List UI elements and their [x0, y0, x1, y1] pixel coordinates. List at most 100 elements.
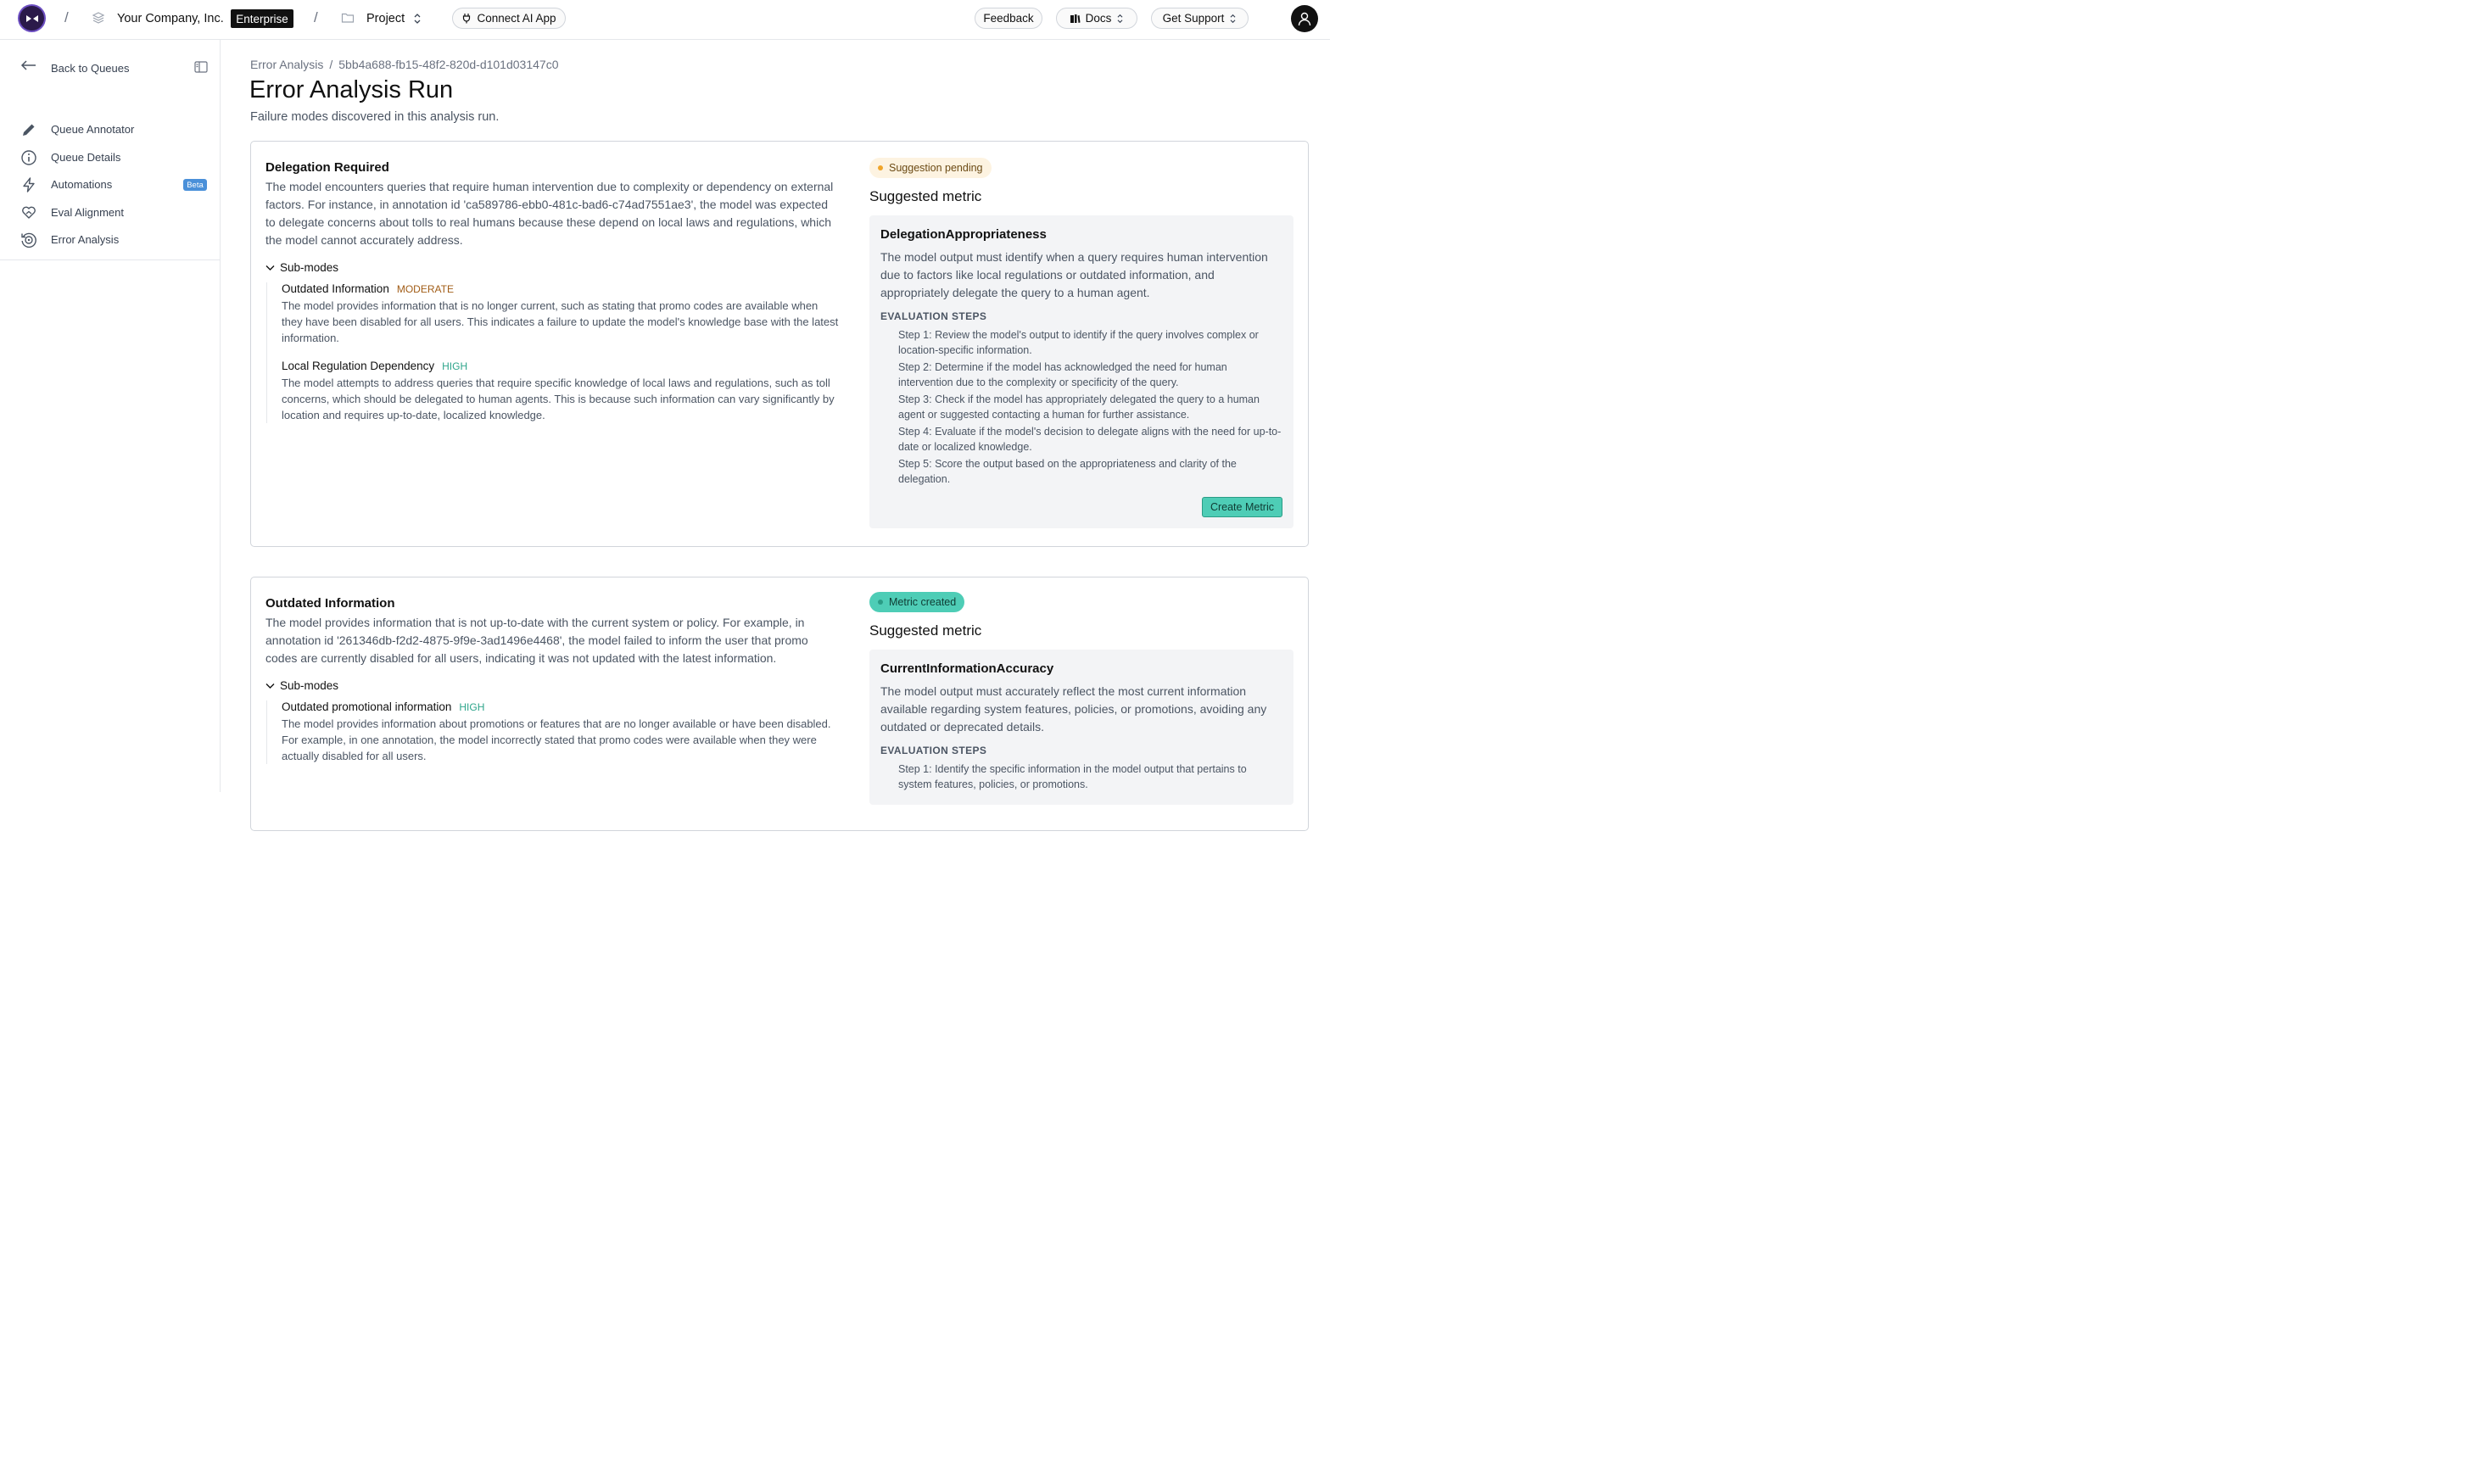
- failure-mode-title: Delegation Required: [265, 160, 389, 175]
- submode-description: The model attempts to address queries th…: [282, 377, 835, 421]
- status-label: Metric created: [889, 596, 957, 608]
- submode-description: The model provides information about pro…: [282, 717, 831, 762]
- sidebar-collapse-icon[interactable]: [194, 61, 208, 73]
- metric-box: CurrentInformationAccuracy The model out…: [869, 650, 1293, 805]
- sidebar-divider: [0, 259, 220, 260]
- evaluation-step: Step 1: Review the model's output to ide…: [898, 329, 1259, 356]
- breadcrumb-separator: /: [314, 9, 318, 25]
- breadcrumb-current: 5bb4a688-fb15-48f2-820d-d101d03147c0: [338, 58, 559, 71]
- back-to-queues-label[interactable]: Back to Queues: [51, 62, 130, 75]
- failure-mode-title: Outdated Information: [265, 596, 395, 611]
- evaluation-step: Step 5: Score the output based on the ap…: [898, 458, 1237, 485]
- submodes-list: Outdated Information MODERATE The model …: [266, 282, 841, 423]
- logo-icon: [25, 14, 38, 22]
- chevron-updown-icon: [414, 14, 421, 24]
- submodes-label: Sub-modes: [280, 261, 339, 274]
- page-title: Error Analysis Run: [249, 76, 454, 103]
- user-icon: [1298, 12, 1311, 26]
- sidebar-item-automations[interactable]: Automations Beta: [0, 172, 220, 196]
- sidebar-item-label: Queue Details: [51, 151, 121, 164]
- evaluation-step: Step 3: Check if the model has appropria…: [898, 393, 1260, 421]
- submodes-toggle[interactable]: Sub-modes: [265, 679, 841, 692]
- submode-item: Local Regulation Dependency HIGH The mod…: [282, 360, 841, 423]
- top-bar: / Your Company, Inc. Enterprise / Projec…: [0, 0, 1330, 40]
- create-metric-button[interactable]: Create Metric: [1201, 497, 1282, 517]
- evaluation-steps-heading: EVALUATION STEPS: [880, 745, 987, 756]
- folder-icon: [341, 13, 355, 23]
- suggested-metric-heading: Suggested metric: [869, 188, 982, 204]
- breadcrumb-parent-link[interactable]: Error Analysis: [250, 58, 323, 71]
- failure-mode-details: Delegation Required The model encounters…: [265, 160, 841, 437]
- connect-ai-app-button[interactable]: Connect AI App: [452, 8, 566, 29]
- evaluation-steps-list: Step 1: Identify the specific informatio…: [880, 762, 1282, 792]
- chevron-down-icon: [265, 265, 275, 271]
- submode-name: Outdated Information: [282, 282, 389, 295]
- org-switcher[interactable]: Your Company, Inc.: [117, 12, 224, 25]
- sidebar-item-label: Error Analysis: [51, 233, 120, 246]
- submodes-list: Outdated promotional information HIGH Th…: [266, 700, 841, 764]
- pencil-icon: [23, 124, 35, 136]
- evaluation-step: Step 2: Determine if the model has ackno…: [898, 361, 1227, 388]
- severity-badge: HIGH: [459, 701, 485, 713]
- project-label: Project: [366, 12, 405, 25]
- layers-icon: [92, 12, 105, 24]
- get-support-button[interactable]: Get Support: [1151, 8, 1249, 29]
- user-avatar[interactable]: [1291, 5, 1318, 32]
- evaluation-step: Step 1: Identify the specific informatio…: [898, 763, 1247, 790]
- failure-mode-details: Outdated Information The model provides …: [265, 596, 841, 778]
- plug-icon: [463, 14, 471, 24]
- chevron-updown-icon: [1117, 14, 1123, 23]
- severity-badge: MODERATE: [396, 283, 454, 295]
- failure-mode-description: The model encounters queries that requir…: [265, 180, 834, 247]
- sidebar-item-error-analysis[interactable]: Error Analysis: [0, 227, 220, 251]
- sidebar-item-queue-annotator[interactable]: Queue Annotator: [0, 117, 220, 141]
- beta-badge: Beta: [183, 179, 207, 191]
- failure-mode-card: Outdated Information The model provides …: [250, 577, 1309, 831]
- chevron-updown-icon: [1230, 14, 1236, 23]
- status-dot: [878, 165, 883, 170]
- docs-label: Docs: [1085, 12, 1112, 25]
- severity-badge: HIGH: [442, 360, 468, 372]
- arrow-left-icon: [20, 60, 36, 70]
- page-subtitle: Failure modes discovered in this analysi…: [250, 110, 500, 124]
- docs-button[interactable]: Docs: [1056, 8, 1137, 29]
- failure-mode-description: The model provides information that is n…: [265, 616, 808, 665]
- breadcrumb-separator: /: [329, 58, 333, 71]
- submodes-toggle[interactable]: Sub-modes: [265, 261, 841, 274]
- metric-box: DelegationAppropriateness The model outp…: [869, 215, 1293, 528]
- plan-badge: Enterprise: [231, 9, 293, 28]
- suggested-metric-panel: Metric created Suggested metric CurrentI…: [869, 592, 1293, 805]
- support-label: Get Support: [1162, 12, 1225, 25]
- app-logo[interactable]: [20, 6, 44, 31]
- submode-name: Outdated promotional information: [282, 700, 452, 713]
- back-to-queues-link[interactable]: [20, 59, 37, 71]
- sidebar-item-label: Queue Annotator: [51, 123, 135, 136]
- sidebar-item-queue-details[interactable]: Queue Details: [0, 145, 220, 169]
- sidebar-item-label: Eval Alignment: [51, 206, 124, 219]
- chevron-down-icon: [265, 683, 275, 689]
- sidebar-item-label: Automations: [51, 178, 113, 191]
- metric-description: The model output must identify when a qu…: [880, 250, 1268, 299]
- breadcrumb-separator: /: [64, 9, 69, 25]
- evaluation-steps-heading: EVALUATION STEPS: [880, 310, 987, 322]
- suggested-metric-heading: Suggested metric: [869, 622, 982, 639]
- breadcrumb: Error Analysis / 5bb4a688-fb15-48f2-820d-d…: [250, 58, 558, 71]
- evaluation-steps-list: Step 1: Review the model's output to ide…: [880, 327, 1282, 487]
- target-refresh-icon: [21, 232, 36, 248]
- submode-item: Outdated Information MODERATE The model …: [282, 282, 841, 346]
- connect-label: Connect AI App: [477, 12, 556, 25]
- book-icon: [1070, 14, 1081, 23]
- lightning-icon: [23, 177, 35, 192]
- metric-description: The model output must accurately reflect…: [880, 684, 1267, 734]
- project-switcher[interactable]: Project: [366, 12, 422, 25]
- status-dot: [878, 600, 883, 605]
- feedback-button[interactable]: Feedback: [975, 8, 1042, 29]
- submode-name: Local Regulation Dependency: [282, 360, 435, 372]
- metric-name: CurrentInformationAccuracy: [880, 661, 1054, 676]
- sidebar-item-eval-alignment[interactable]: Eval Alignment: [0, 200, 220, 224]
- evaluation-step: Step 4: Evaluate if the model's decision…: [898, 426, 1282, 453]
- heart-hand-icon: [22, 206, 36, 219]
- submodes-label: Sub-modes: [280, 679, 339, 692]
- status-label: Suggestion pending: [889, 162, 983, 174]
- submode-item: Outdated promotional information HIGH Th…: [282, 700, 841, 764]
